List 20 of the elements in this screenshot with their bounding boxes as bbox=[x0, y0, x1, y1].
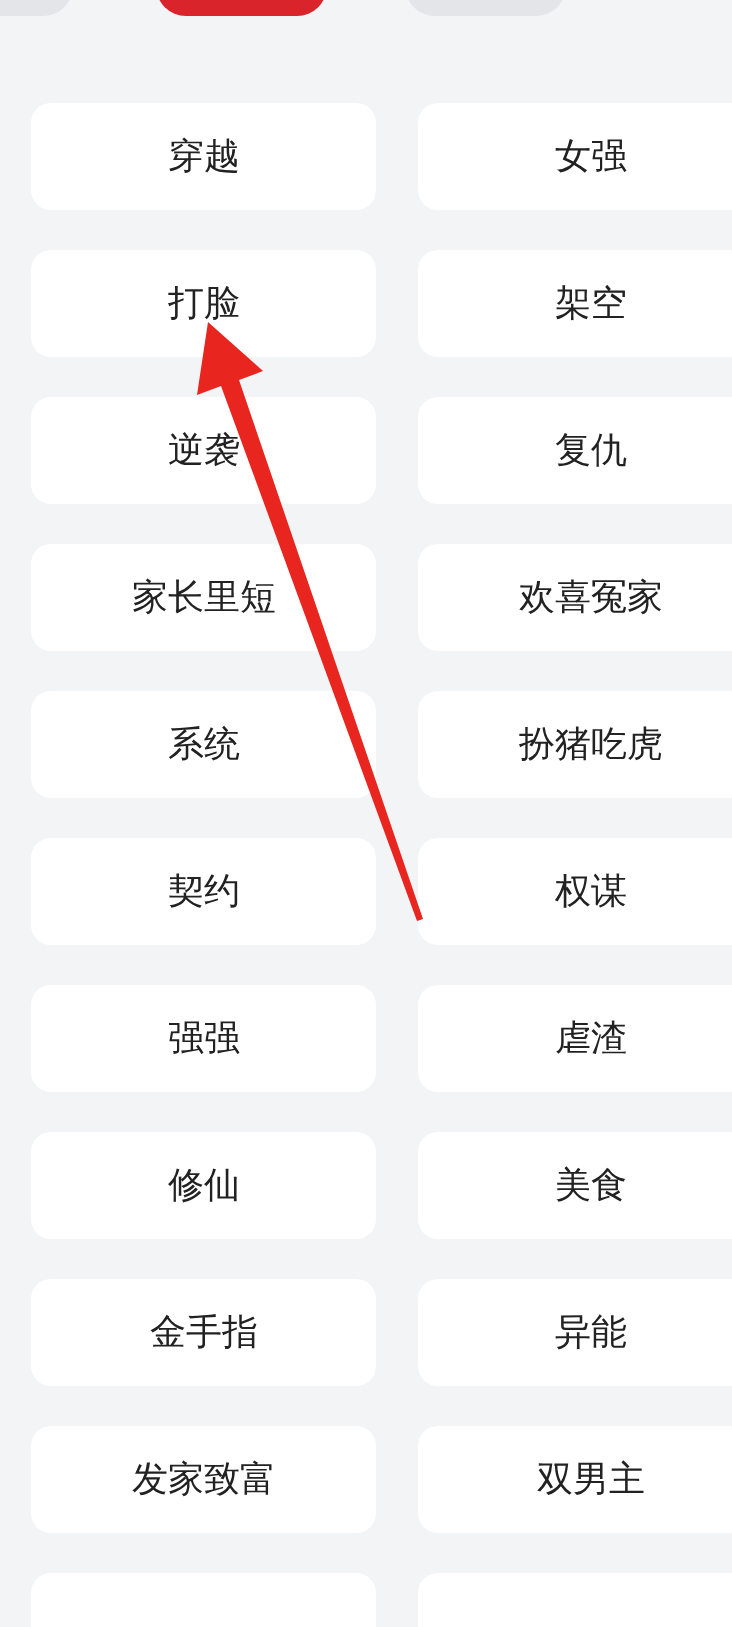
tag-button[interactable]: 扮猪吃虎 bbox=[418, 691, 732, 798]
tag-button[interactable]: 修仙 bbox=[31, 1132, 376, 1239]
tag-button[interactable]: 契约 bbox=[31, 838, 376, 945]
tag-button[interactable]: 系统 bbox=[31, 691, 376, 798]
tag-button[interactable]: 架空 bbox=[418, 250, 732, 357]
tag-button[interactable]: 欢喜冤家 bbox=[418, 544, 732, 651]
tag-button[interactable]: 家长里短 bbox=[31, 544, 376, 651]
tag-button[interactable]: 美食 bbox=[418, 1132, 732, 1239]
tag-button[interactable]: 异能 bbox=[418, 1279, 732, 1386]
tag-button[interactable]: 发家致富 bbox=[31, 1426, 376, 1533]
tag-button[interactable]: 双男主 bbox=[418, 1426, 732, 1533]
tag-button[interactable]: 逆袭 bbox=[31, 397, 376, 504]
tag-button[interactable]: 强强 bbox=[31, 985, 376, 1092]
tag-button[interactable]: 女强 bbox=[418, 103, 732, 210]
tag-button[interactable]: 穿越 bbox=[31, 103, 376, 210]
tag-button[interactable]: 金手指 bbox=[31, 1279, 376, 1386]
tag-button[interactable]: 虐渣 bbox=[418, 985, 732, 1092]
tag-button[interactable]: 打脸 bbox=[31, 250, 376, 357]
tag-button[interactable]: 复仇 bbox=[418, 397, 732, 504]
tag-button[interactable]: 权谋 bbox=[418, 838, 732, 945]
